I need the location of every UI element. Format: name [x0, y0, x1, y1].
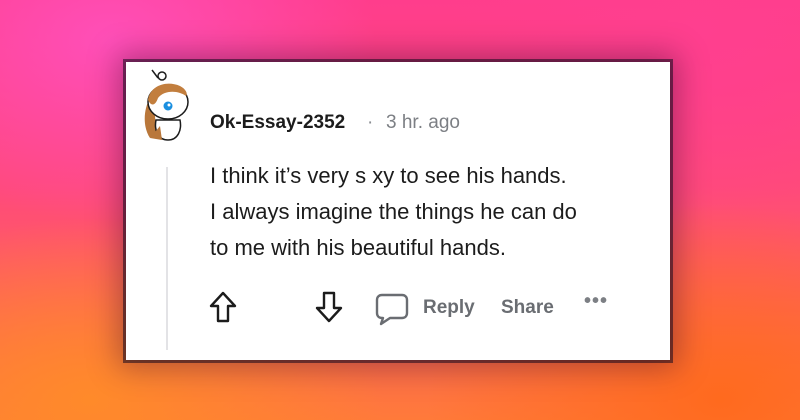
comment-actions: Reply Share ••• [208, 290, 648, 330]
reply-button[interactable]: Reply [423, 297, 475, 319]
comment-body: I think it’s very s xy to see his hands.… [210, 158, 650, 266]
upvote-icon[interactable] [208, 290, 238, 324]
timestamp: 3 hr. ago [386, 112, 460, 133]
username[interactable]: Ok-Essay-2352 [210, 112, 345, 134]
downvote-icon[interactable] [314, 290, 344, 324]
thread-line[interactable] [166, 167, 168, 350]
comment-icon[interactable] [374, 292, 410, 326]
comment-line: to me with his beautiful hands. [210, 235, 506, 260]
comment-line: I always imagine the things he can do [210, 199, 577, 224]
share-button[interactable]: Share [501, 297, 554, 319]
comment-line: I think it’s very s xy to see his hands. [210, 163, 567, 188]
comment-card: Ok-Essay-2352 · 3 hr. ago I think it’s v… [126, 62, 670, 360]
more-options-icon[interactable]: ••• [584, 290, 608, 313]
separator-dot: · [367, 112, 374, 133]
avatar[interactable] [136, 68, 198, 144]
